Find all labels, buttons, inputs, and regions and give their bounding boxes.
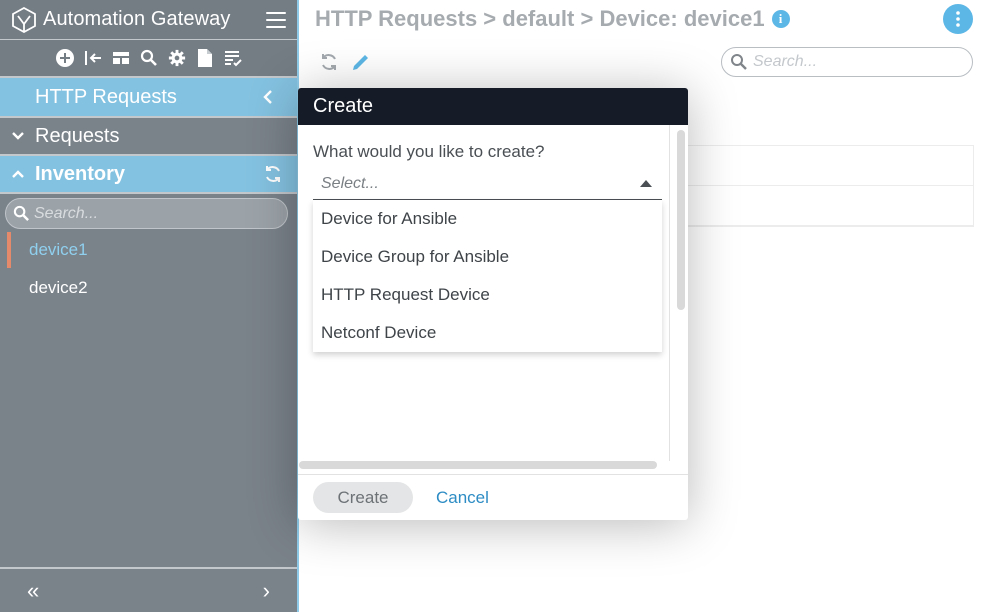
dialog-footer: Create Cancel	[298, 474, 688, 520]
create-button[interactable]: Create	[313, 482, 413, 513]
gear-icon[interactable]	[168, 49, 186, 67]
search-icon[interactable]	[140, 49, 158, 67]
main-toolbar	[319, 52, 371, 72]
main-search-box[interactable]	[721, 47, 973, 77]
dialog-header: Create	[298, 88, 688, 125]
create-prompt: What would you like to create?	[313, 142, 545, 161]
background-table	[688, 145, 974, 227]
scroll-track	[669, 125, 670, 461]
requests-label: Requests	[35, 124, 120, 147]
checklist-icon[interactable]	[224, 49, 242, 67]
file-icon[interactable]	[196, 49, 214, 67]
more-options-button[interactable]	[943, 4, 973, 34]
horizontal-scrollbar[interactable]	[299, 461, 657, 469]
sidebar-footer: « ›	[0, 567, 297, 612]
add-icon[interactable]	[55, 49, 74, 67]
option-http-request-device[interactable]: HTTP Request Device	[313, 276, 662, 314]
dialog-body: What would you like to create? Select...…	[298, 125, 688, 474]
gateway-logo-icon	[12, 6, 36, 33]
vertical-scrollbar[interactable]	[677, 130, 685, 310]
tree-header-requests[interactable]: Requests	[0, 118, 297, 156]
device-label: device1	[29, 240, 88, 259]
table-row	[688, 146, 973, 186]
section-header-http-requests[interactable]: HTTP Requests	[0, 78, 297, 118]
chevron-up-icon	[12, 170, 24, 178]
chevron-left-icon[interactable]	[261, 89, 275, 105]
layout-icon[interactable]	[112, 49, 130, 67]
hamburger-menu-icon[interactable]	[266, 11, 286, 28]
breadcrumb: HTTP Requests > default > Device: device…	[315, 6, 790, 32]
dialog-title: Create	[313, 95, 374, 117]
sidebar: Automation Gateway HTTP Requests Request…	[0, 0, 299, 612]
cancel-button[interactable]: Cancel	[436, 488, 489, 508]
caret-up-icon	[640, 180, 652, 187]
sidebar-toolbar	[0, 40, 297, 78]
device-label: device2	[29, 278, 88, 297]
refresh-icon[interactable]	[319, 52, 339, 72]
refresh-icon[interactable]	[263, 164, 283, 184]
option-device-for-ansible[interactable]: Device for Ansible	[313, 200, 662, 238]
select-placeholder: Select...	[321, 174, 379, 192]
device-item-device1[interactable]: device1	[0, 231, 297, 269]
edit-pencil-icon[interactable]	[351, 52, 371, 72]
next-button[interactable]: ›	[263, 578, 270, 604]
sidebar-search-input[interactable]	[34, 204, 274, 223]
search-icon	[731, 54, 747, 70]
select-options-list: Device for Ansible Device Group for Ansi…	[313, 200, 662, 352]
create-dialog: Create What would you like to create? Se…	[298, 88, 688, 520]
create-type-select[interactable]: Select...	[313, 168, 662, 200]
tree-header-inventory[interactable]: Inventory	[0, 156, 297, 194]
info-icon[interactable]: i	[771, 10, 790, 28]
sidebar-search-box[interactable]	[5, 198, 288, 229]
import-icon[interactable]	[84, 49, 102, 67]
option-netconf-device[interactable]: Netconf Device	[313, 314, 662, 352]
collapse-sidebar-button[interactable]: «	[27, 578, 39, 604]
main-search-input[interactable]	[753, 53, 963, 71]
breadcrumb-text: HTTP Requests > default > Device: device…	[315, 6, 765, 31]
chevron-down-icon	[12, 132, 24, 140]
brand-bar: Automation Gateway	[0, 0, 297, 40]
vertical-dots-icon	[956, 11, 960, 27]
table-row	[688, 186, 973, 226]
app-title: Automation Gateway	[43, 8, 231, 30]
option-device-group-for-ansible[interactable]: Device Group for Ansible	[313, 238, 662, 276]
inventory-label: Inventory	[35, 162, 126, 185]
section-title: HTTP Requests	[35, 85, 177, 108]
search-icon	[13, 205, 29, 221]
device-item-device2[interactable]: device2	[0, 269, 297, 307]
